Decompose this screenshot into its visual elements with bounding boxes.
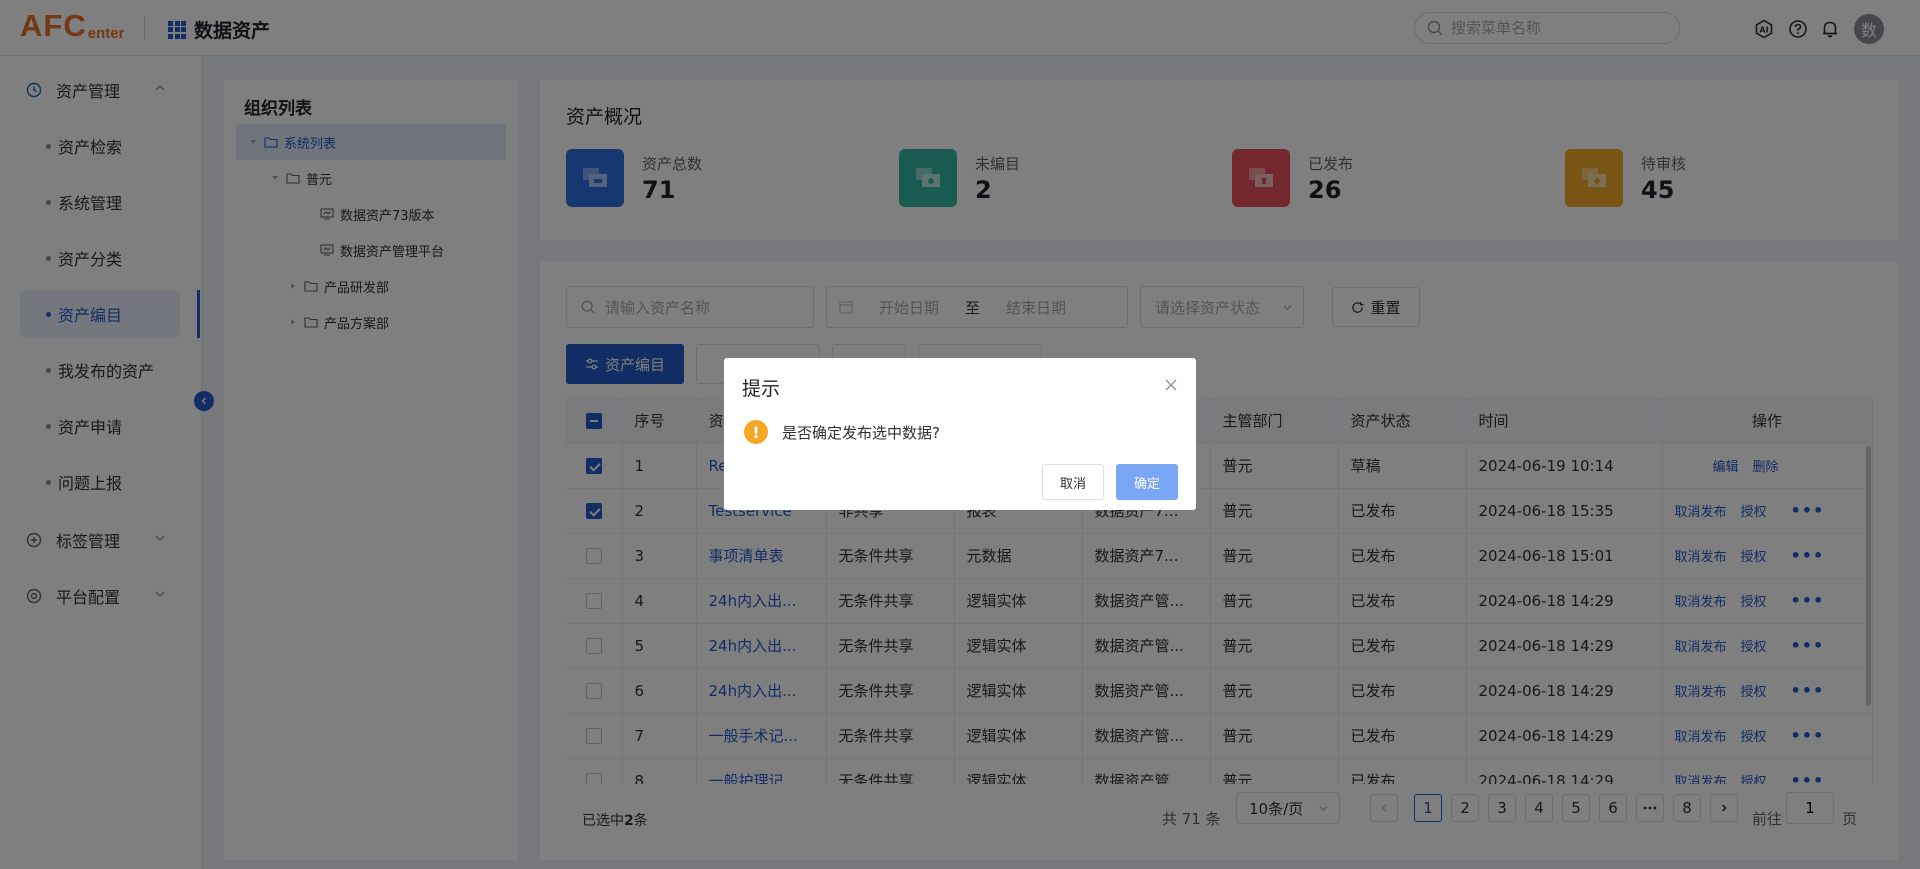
cancel-button[interactable]: 取消 [1042,464,1104,500]
close-icon[interactable] [1164,378,1178,392]
confirm-dialog: 提示 ! 是否确定发布选中数据? 取消 确定 [724,358,1196,510]
dialog-message: 是否确定发布选中数据? [782,424,940,442]
confirm-button[interactable]: 确定 [1116,464,1178,500]
dialog-title: 提示 [742,378,781,400]
warning-icon: ! [744,420,768,444]
